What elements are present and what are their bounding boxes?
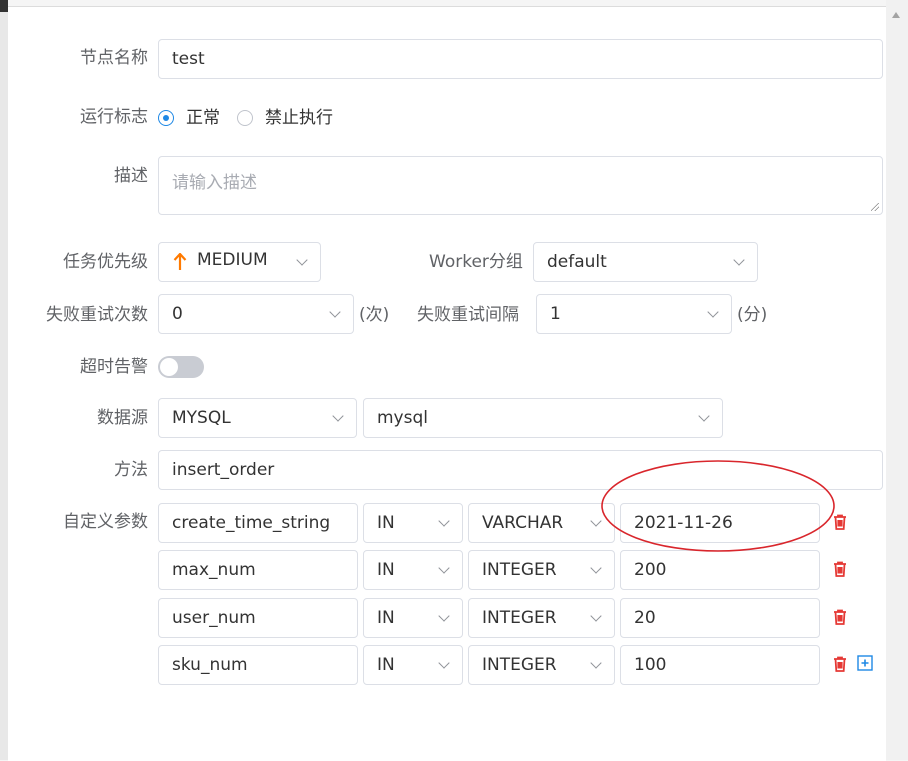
priority-label: 任务优先级	[63, 252, 148, 272]
param-direct-value: IN	[377, 513, 395, 533]
datasource-instance-select[interactable]: mysql	[363, 398, 723, 438]
chevron-down-icon	[438, 562, 450, 574]
worker-group-value: default	[547, 252, 607, 272]
scrollbar[interactable]	[886, 0, 908, 760]
worker-group-label: Worker分组	[429, 252, 523, 272]
param-type-select[interactable]: INTEGER	[468, 598, 615, 638]
param-prop-input[interactable]: max_num	[158, 550, 358, 590]
node-name-label: 节点名称	[80, 48, 148, 68]
param-value-input[interactable]: 100	[620, 645, 820, 685]
retry-times-value: 0	[172, 304, 183, 324]
run-flag-normal-radio[interactable]	[158, 110, 174, 126]
param-type-value: INTEGER	[482, 608, 557, 628]
param-direct-value: IN	[377, 608, 395, 628]
param-value-input[interactable]: 200	[620, 550, 820, 590]
timeout-alarm-toggle[interactable]	[158, 356, 204, 378]
param-type-value: INTEGER	[482, 655, 557, 675]
plus-square-icon[interactable]	[857, 655, 873, 671]
param-direct-select[interactable]: IN	[363, 550, 463, 590]
param-type-select[interactable]: INTEGER	[468, 550, 615, 590]
run-flag-forbid-radio[interactable]	[237, 110, 253, 126]
param-prop-value: create_time_string	[172, 513, 331, 533]
param-direct-value: IN	[377, 560, 395, 580]
run-flag-normal-text[interactable]: 正常	[186, 108, 220, 128]
retry-times-select[interactable]: 0	[158, 294, 354, 334]
retry-interval-unit: (分)	[737, 305, 768, 325]
chevron-down-icon	[296, 254, 308, 266]
chevron-down-icon	[438, 657, 450, 669]
chevron-down-icon	[329, 306, 341, 318]
param-value-text: 20	[634, 608, 656, 628]
chevron-down-icon	[590, 562, 602, 574]
param-direct-select[interactable]: IN	[363, 645, 463, 685]
datasource-type-select[interactable]: MYSQL	[158, 398, 357, 438]
param-type-value: INTEGER	[482, 560, 557, 580]
priority-value: MEDIUM	[197, 250, 268, 270]
param-direct-select[interactable]: IN	[363, 598, 463, 638]
node-name-input[interactable]: test	[158, 39, 883, 79]
method-value: insert_order	[172, 460, 275, 480]
custom-params-label: 自定义参数	[63, 512, 148, 532]
retry-interval-value: 1	[550, 304, 561, 324]
chevron-down-icon	[438, 610, 450, 622]
datasource-label: 数据源	[97, 408, 148, 428]
param-prop-value: user_num	[172, 608, 256, 628]
worker-group-select[interactable]: default	[533, 242, 758, 282]
timeout-alarm-label: 超时告警	[80, 357, 148, 377]
annotation-ellipse	[601, 460, 835, 552]
param-type-value: VARCHAR	[482, 513, 564, 533]
retry-times-unit: (次)	[359, 305, 390, 325]
param-value-text: 100	[634, 655, 667, 675]
retry-interval-select[interactable]: 1	[536, 294, 732, 334]
left-strip-dark	[0, 0, 8, 12]
top-bar	[8, 0, 886, 5]
resize-handle-icon[interactable]	[871, 203, 879, 211]
param-prop-input[interactable]: sku_num	[158, 645, 358, 685]
param-type-select[interactable]: VARCHAR	[468, 503, 615, 543]
param-direct-value: IN	[377, 655, 395, 675]
param-type-select[interactable]: INTEGER	[468, 645, 615, 685]
datasource-type-value: MYSQL	[172, 408, 231, 428]
param-value-text: 200	[634, 560, 667, 580]
chevron-down-icon	[733, 254, 745, 266]
param-prop-value: max_num	[172, 560, 256, 580]
description-placeholder: 请输入描述	[172, 173, 257, 193]
scroll-up-arrow-icon[interactable]	[892, 12, 900, 18]
trash-icon[interactable]	[833, 561, 847, 577]
node-name-value: test	[172, 49, 205, 69]
chevron-down-icon	[438, 515, 450, 527]
trash-icon[interactable]	[833, 609, 847, 625]
chevron-down-icon	[698, 410, 710, 422]
trash-icon[interactable]	[833, 656, 847, 672]
chevron-down-icon	[332, 410, 344, 422]
chevron-down-icon	[590, 657, 602, 669]
retry-times-label: 失败重试次数	[46, 305, 148, 325]
param-prop-input[interactable]: create_time_string	[158, 503, 358, 543]
chevron-down-icon	[590, 610, 602, 622]
description-textarea[interactable]: 请输入描述	[158, 156, 883, 215]
param-direct-select[interactable]: IN	[363, 503, 463, 543]
run-flag-forbid-text[interactable]: 禁止执行	[265, 108, 333, 128]
method-label: 方法	[114, 460, 148, 480]
retry-interval-label: 失败重试间隔	[417, 305, 519, 325]
param-prop-input[interactable]: user_num	[158, 598, 358, 638]
chevron-down-icon	[707, 306, 719, 318]
param-prop-value: sku_num	[172, 655, 248, 675]
param-value-input[interactable]: 20	[620, 598, 820, 638]
datasource-instance-value: mysql	[377, 408, 428, 428]
arrow-up-icon	[173, 253, 187, 270]
description-label: 描述	[114, 166, 148, 186]
left-strip	[0, 0, 8, 760]
run-flag-label: 运行标志	[80, 107, 148, 127]
